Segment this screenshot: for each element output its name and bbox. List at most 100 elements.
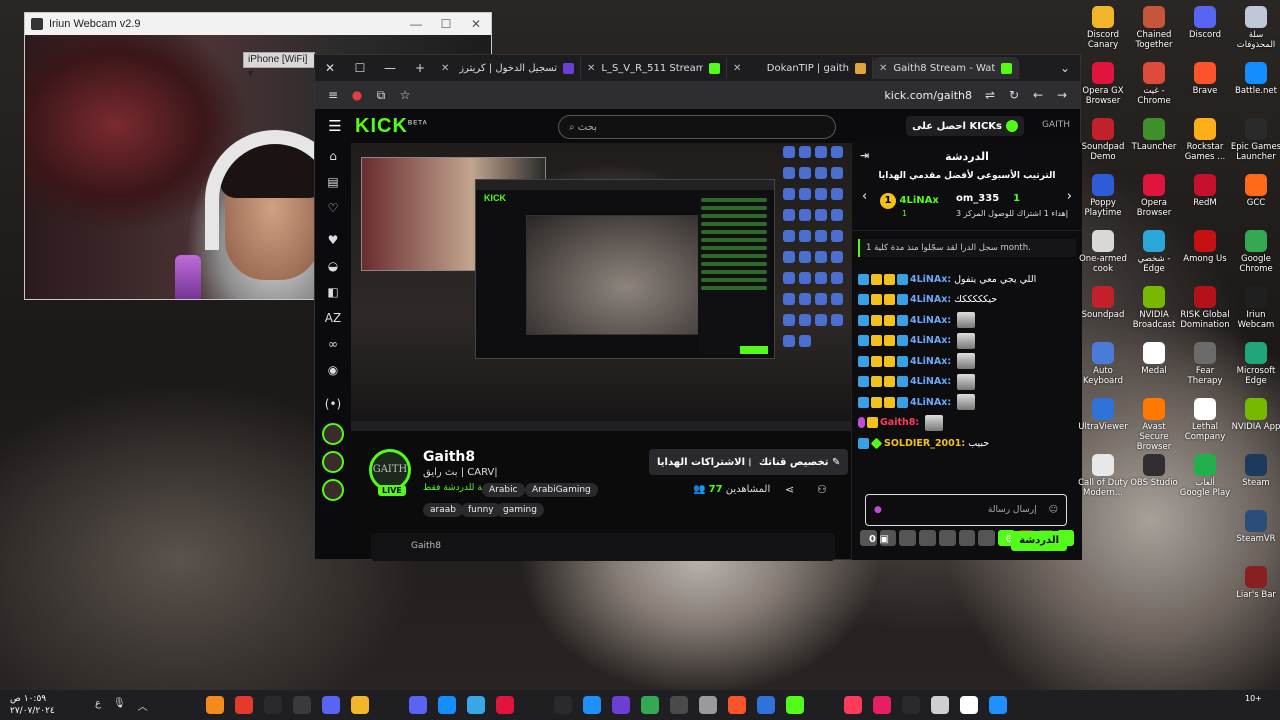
- taskbar-app-icon[interactable]: [901, 696, 920, 714]
- taskbar-app-icon[interactable]: [582, 696, 601, 714]
- chat-username[interactable]: 4LiNAx:: [910, 376, 951, 387]
- mic-icon[interactable]: ●: [874, 505, 882, 515]
- desktop-icon[interactable]: One-armed cook: [1077, 230, 1129, 274]
- pinned-message[interactable]: سجل الدرا لقد سجّلوا منذ مدة كلية 1 mont…: [858, 239, 1076, 257]
- desktop-icon[interactable]: Chained Together: [1128, 6, 1180, 50]
- webcam-titlebar[interactable]: Iriun Webcam v2.9 — ☐ ✕: [25, 13, 491, 35]
- desktop-icon[interactable]: Auto Keyboard: [1077, 342, 1129, 386]
- bookmark-star-icon[interactable]: ☆: [393, 88, 417, 102]
- followed-channel-avatar[interactable]: [322, 451, 344, 473]
- desktop-icon[interactable]: غيت - Chrome: [1128, 62, 1180, 106]
- taskbar-app-icon[interactable]: [872, 696, 891, 714]
- desktop-icon[interactable]: Avast Secure Browser: [1128, 398, 1180, 452]
- channel-icon-az[interactable]: AZ: [315, 305, 351, 331]
- taskbar-app-icon[interactable]: [350, 696, 369, 714]
- taskbar-app-icon[interactable]: [785, 696, 804, 714]
- back-icon[interactable]: ←: [1026, 88, 1050, 102]
- desktop-icon[interactable]: RISK Global Domination: [1179, 286, 1231, 330]
- taskbar-app-icon[interactable]: [437, 696, 456, 714]
- taskbar-app-icon[interactable]: [466, 696, 485, 714]
- hamburger-menu-icon[interactable]: ☰: [323, 117, 347, 135]
- tab-close-icon[interactable]: ✕: [879, 63, 887, 74]
- desktop-icon[interactable]: شخصي - Edge: [1128, 230, 1180, 274]
- taskbar-app-icon[interactable]: [321, 696, 340, 714]
- chat-message[interactable]: 4LiNAx:: [858, 331, 1076, 352]
- desktop-icon[interactable]: Soundpad: [1077, 286, 1129, 320]
- taskbar-app-icon[interactable]: [959, 696, 978, 714]
- taskbar-app-icon[interactable]: [495, 696, 514, 714]
- minimize-button[interactable]: —: [401, 17, 431, 31]
- heart-icon[interactable]: ♥: [315, 227, 351, 253]
- tag-pill[interactable]: araab: [423, 503, 463, 517]
- tab-lsvr-stream[interactable]: ✕ L_S_V_R_511 Stream - Watch: [581, 57, 727, 79]
- taskbar-app-icon[interactable]: [930, 696, 949, 714]
- desktop-icon[interactable]: Google Chrome: [1230, 230, 1280, 274]
- taskbar-app-icon[interactable]: [263, 696, 282, 714]
- chat-username[interactable]: 4LiNAx:: [910, 397, 951, 408]
- taskbar-app-icon[interactable]: [669, 696, 688, 714]
- desktop-icon[interactable]: NVIDIA Broadcast: [1128, 286, 1180, 330]
- tab-close-icon[interactable]: ✕: [587, 63, 595, 74]
- desktop-icon[interactable]: OBS Studio: [1128, 454, 1180, 488]
- category-pill[interactable]: Arabic: [482, 483, 525, 497]
- taskbar-app-icon[interactable]: [553, 696, 572, 714]
- chat-username[interactable]: 4LiNAx:: [910, 315, 951, 326]
- get-kicks-button[interactable]: احصل على KICKs: [906, 116, 1024, 136]
- chat-message[interactable]: 4LiNAx:: [858, 372, 1076, 393]
- live-broadcast-icon[interactable]: (•): [315, 391, 351, 417]
- new-tab-button[interactable]: +: [405, 61, 435, 75]
- home-icon[interactable]: ⌂: [315, 143, 351, 169]
- chat-message[interactable]: Gaith8:: [858, 413, 1076, 434]
- desktop-icon[interactable]: Soundpad Demo: [1077, 118, 1129, 162]
- browse-icon[interactable]: ▤: [315, 169, 351, 195]
- collapse-chat-icon[interactable]: ⇥: [860, 149, 869, 162]
- chat-username[interactable]: 4LiNAx:: [910, 294, 951, 305]
- chat-message[interactable]: 4LiNAx:: [858, 351, 1076, 372]
- close-window-icon[interactable]: ✕: [315, 61, 345, 75]
- desktop-icon[interactable]: SteamVR: [1230, 510, 1280, 544]
- chat-username[interactable]: 4LiNAx:: [910, 335, 951, 346]
- desktop-icon[interactable]: GCC: [1230, 174, 1280, 208]
- forward-icon[interactable]: →: [1050, 88, 1074, 102]
- menu-icon[interactable]: ≡: [321, 88, 345, 102]
- desktop-icon[interactable]: NVIDIA App: [1230, 398, 1280, 432]
- share-icon[interactable]: ⋖: [785, 483, 794, 496]
- channel-name[interactable]: Gaith8: [423, 449, 475, 465]
- taskbar-app-icon[interactable]: [988, 696, 1007, 714]
- desktop-icon[interactable]: Discord Canary: [1077, 6, 1129, 50]
- desktop-icon[interactable]: ألعاب Google Play: [1179, 454, 1231, 498]
- desktop-icon[interactable]: RedM: [1179, 174, 1231, 208]
- tab-close-icon[interactable]: ✕: [441, 63, 449, 74]
- chat-username[interactable]: 4LiNAx:: [910, 274, 951, 285]
- profile-avatar[interactable]: ●: [345, 88, 369, 102]
- taskbar-app-icon[interactable]: [292, 696, 311, 714]
- device-select[interactable]: iPhone [WiFi] ▾: [243, 52, 315, 79]
- channel-icon-2[interactable]: ◧: [315, 279, 351, 305]
- desktop-icon[interactable]: Call of Duty Modern...: [1077, 454, 1129, 498]
- notification-badge[interactable]: 10+: [1245, 694, 1262, 703]
- site-settings-icon[interactable]: ⇌: [978, 88, 1002, 102]
- taskbar-clock[interactable]: ١٠:٥٩ ص ٢٧/٠٧/٢٠٢٤: [10, 693, 55, 717]
- tab-close-icon[interactable]: ✕: [733, 63, 741, 74]
- header-user-avatar[interactable]: GAITH: [1042, 120, 1070, 130]
- channel-icon-3[interactable]: ∞: [315, 331, 351, 357]
- chat-message-input[interactable]: ● إرسال رسالة ☺: [865, 494, 1067, 526]
- kick-logo[interactable]: KICKBETA: [355, 115, 428, 138]
- desktop-icon[interactable]: Fear Therapy: [1179, 342, 1231, 386]
- desktop-icon[interactable]: Lethal Company: [1179, 398, 1231, 442]
- show-hidden-icons-chevron-icon[interactable]: ︿: [138, 698, 148, 713]
- category-pill[interactable]: ArabiGaming: [525, 483, 598, 497]
- desktop-icon[interactable]: Microsoft Edge: [1230, 342, 1280, 386]
- tab-gaith8-stream[interactable]: ✕ Gaith8 Stream - Watch Live: [873, 57, 1019, 79]
- desktop-icon[interactable]: Brave: [1179, 62, 1231, 96]
- desktop-icon[interactable]: Iriun Webcam: [1230, 286, 1280, 330]
- kicks-balance[interactable]: 0 ▣: [869, 534, 889, 545]
- taskbar-app-icon[interactable]: [843, 696, 862, 714]
- reload-icon[interactable]: ↻: [1002, 88, 1026, 102]
- tag-pill[interactable]: gaming: [496, 503, 544, 517]
- leaderboard-prev-icon[interactable]: ‹: [862, 189, 867, 204]
- chat-message[interactable]: SOLDIER_2001: حبيب: [858, 433, 1076, 454]
- chat-message[interactable]: 4LiNAx: حيكككككك: [858, 290, 1076, 311]
- desktop-icon[interactable]: Opera GX Browser: [1077, 62, 1129, 106]
- desktop-icon[interactable]: Poppy Playtime: [1077, 174, 1129, 218]
